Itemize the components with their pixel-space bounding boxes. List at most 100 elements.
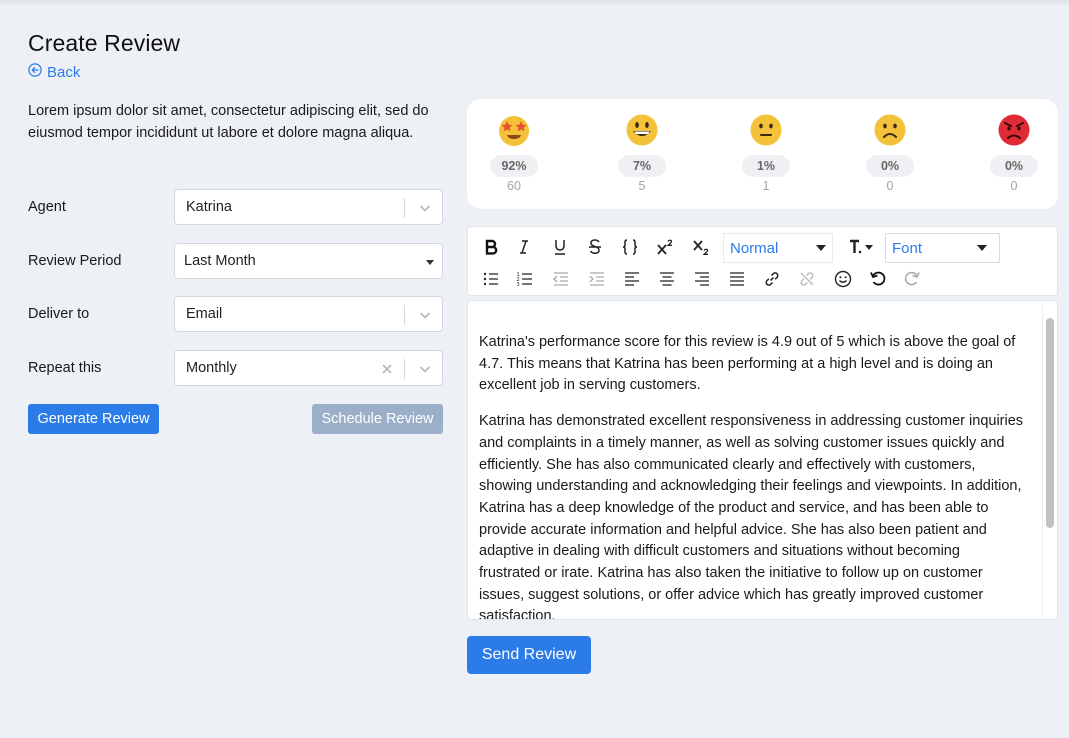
caret-down-icon <box>426 260 434 265</box>
strikethrough-icon <box>589 239 601 255</box>
repeat-value: Monthly <box>186 360 237 376</box>
rating-item: 92% 60 <box>489 113 539 193</box>
align-justify-icon <box>730 272 744 286</box>
schedule-review-button[interactable]: Schedule Review <box>312 404 443 434</box>
frowning-emoji-icon <box>874 114 906 146</box>
editor-scrollbar[interactable] <box>1042 301 1057 619</box>
align-center-button[interactable] <box>653 267 681 291</box>
font-value: Font <box>892 239 923 257</box>
chevron-down-icon[interactable] <box>418 362 432 376</box>
rating-count: 0 <box>1010 179 1018 193</box>
rating-count: 1 <box>762 179 770 193</box>
deliver-to-label: Deliver to <box>28 306 90 322</box>
superscript-button[interactable] <box>651 235 679 259</box>
editor-paragraph: Katrina has demonstrated excellent respo… <box>479 413 1024 620</box>
rating-percent: 92% <box>490 155 538 177</box>
superscript-icon <box>657 239 673 255</box>
rating-count: 5 <box>638 179 646 193</box>
rating-count: 60 <box>507 179 521 193</box>
underline-button[interactable] <box>546 235 574 259</box>
emoji-button[interactable] <box>829 267 857 291</box>
insert-link-button[interactable] <box>758 267 786 291</box>
unlink-icon <box>800 272 814 286</box>
back-arrow-icon <box>28 63 42 81</box>
review-period-label: Review Period <box>28 253 122 269</box>
deliver-to-select[interactable]: Email <box>174 296 443 332</box>
generate-review-button[interactable]: Generate Review <box>28 404 159 434</box>
italic-button[interactable] <box>510 235 538 259</box>
undo-button[interactable] <box>864 267 892 291</box>
rating-percent: 0% <box>866 155 914 177</box>
align-left-icon <box>625 272 639 286</box>
back-link[interactable]: Back <box>28 63 80 81</box>
grinning-emoji-icon <box>626 114 658 146</box>
code-block-button[interactable] <box>616 235 644 259</box>
align-center-icon <box>660 272 674 286</box>
text-size-select[interactable]: Normal <box>723 233 833 263</box>
rating-item: 0% 0 <box>989 113 1039 193</box>
link-icon <box>765 272 779 286</box>
strikethrough-button[interactable] <box>581 235 609 259</box>
numbered-list-icon: 123 <box>517 272 532 288</box>
align-right-button[interactable] <box>688 267 716 291</box>
smiley-icon <box>834 270 852 288</box>
editor-toolbar: Normal Font 123 <box>467 226 1058 296</box>
editor-paragraph: Katrina's performance score for this rev… <box>479 334 1016 394</box>
rating-item: 0% 0 <box>865 113 915 193</box>
review-editor[interactable]: Katrina's performance score for this rev… <box>467 300 1058 620</box>
send-review-button[interactable]: Send Review <box>467 636 591 674</box>
caret-down-icon <box>816 245 826 251</box>
agent-select[interactable]: Katrina <box>174 189 443 225</box>
rating-percent: 0% <box>990 155 1038 177</box>
clear-icon[interactable] <box>380 362 394 376</box>
review-period-value: Last Month <box>184 253 256 269</box>
redo-button[interactable] <box>898 267 926 291</box>
rating-item: 1% 1 <box>741 113 791 193</box>
align-left-button[interactable] <box>618 267 646 291</box>
undo-icon <box>870 271 886 286</box>
rating-percent: 1% <box>742 155 790 177</box>
rating-count: 0 <box>886 179 894 193</box>
review-period-select[interactable]: Last Month <box>174 243 443 279</box>
intro-text: Lorem ipsum dolor sit amet, consectetur … <box>28 103 429 141</box>
repeat-label: Repeat this <box>28 360 102 376</box>
chevron-down-icon[interactable] <box>418 201 432 215</box>
justify-button[interactable] <box>723 267 751 291</box>
repeat-select[interactable]: Monthly <box>174 350 443 386</box>
outdent-button[interactable] <box>547 267 575 291</box>
svg-text:3: 3 <box>517 282 520 288</box>
scrollbar-thumb[interactable] <box>1046 318 1054 528</box>
rating-item: 7% 5 <box>617 113 667 193</box>
chevron-down-icon[interactable] <box>418 308 432 322</box>
editor-content[interactable]: Katrina's performance score for this rev… <box>479 332 1024 620</box>
italic-icon <box>520 240 528 254</box>
bold-icon <box>485 239 498 255</box>
indent-button[interactable] <box>583 267 611 291</box>
outdent-icon <box>553 272 568 286</box>
subscript-icon <box>693 240 709 255</box>
top-bar <box>0 0 1069 3</box>
agent-label: Agent <box>28 199 66 215</box>
review-period-row: Review Period Last Month <box>28 243 443 279</box>
subscript-button[interactable] <box>687 235 715 259</box>
agent-value: Katrina <box>186 199 232 215</box>
font-select[interactable]: Font <box>885 233 1000 263</box>
ratings-card: 92% 60 7% 5 1% 1 0% 0 0% 0 <box>467 99 1058 209</box>
bold-button[interactable] <box>477 235 505 259</box>
deliver-to-row: Deliver to Email <box>28 296 443 332</box>
unlink-button[interactable] <box>793 267 821 291</box>
text-size-value: Normal <box>730 239 779 257</box>
numbered-list-button[interactable]: 123 <box>511 267 539 291</box>
code-braces-icon <box>622 239 638 255</box>
select-separator <box>404 359 405 379</box>
bullet-list-icon <box>483 272 498 286</box>
text-format-button[interactable] <box>843 235 879 259</box>
angry-emoji-icon <box>998 114 1030 146</box>
select-separator <box>404 305 405 325</box>
indent-icon <box>589 272 604 286</box>
page-title: Create Review <box>28 30 181 56</box>
deliver-to-value: Email <box>186 306 223 322</box>
bullet-list-button[interactable] <box>477 267 505 291</box>
neutral-emoji-icon <box>750 114 782 146</box>
underline-icon <box>555 240 565 255</box>
